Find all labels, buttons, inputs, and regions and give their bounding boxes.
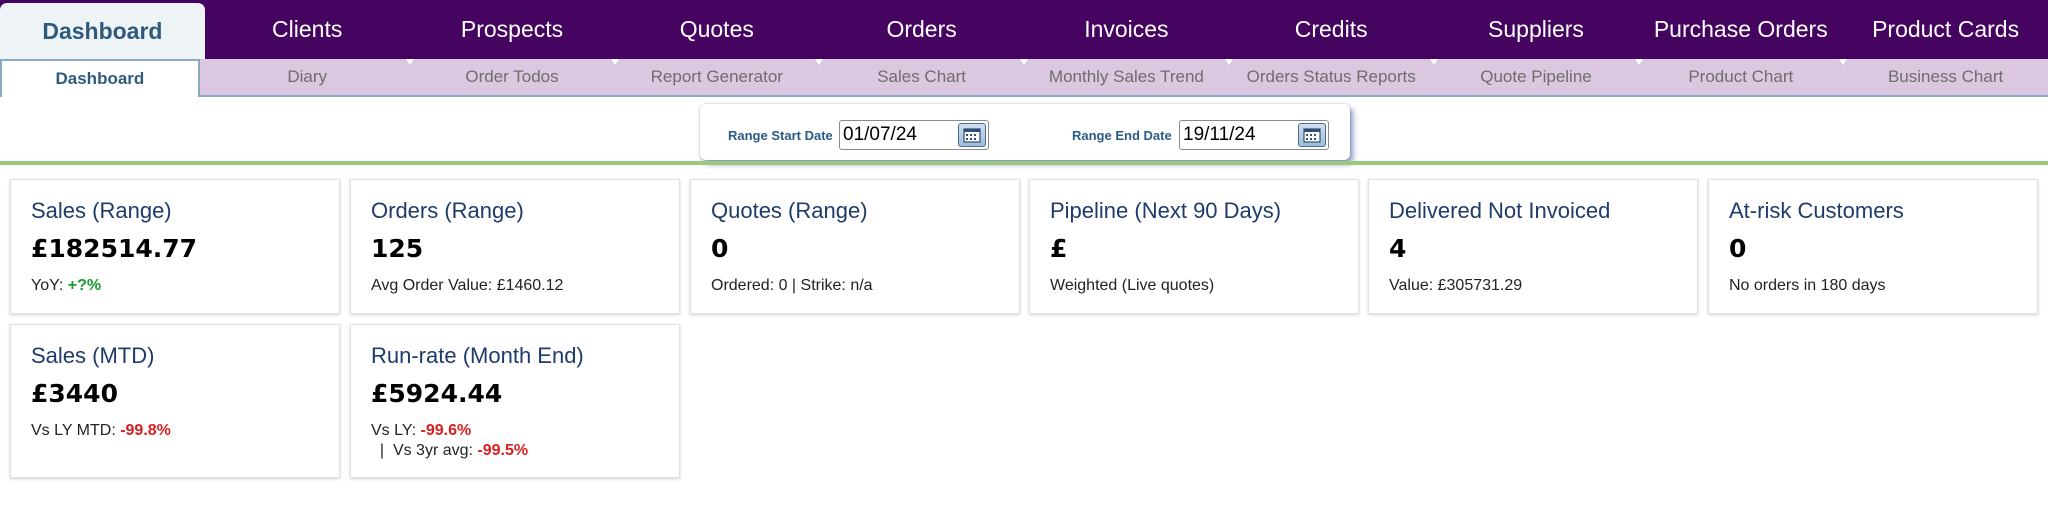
sub-nav: Dashboard Diary Order Todos Report Gener… <box>0 59 2048 97</box>
subtab-sales-chart[interactable]: Sales Chart <box>819 59 1029 95</box>
tab-quotes[interactable]: Quotes <box>614 0 819 59</box>
range-end-input[interactable] <box>1183 124 1293 146</box>
subtab-label: Orders Status Reports <box>1246 67 1416 86</box>
subtab-label: Dashboard <box>55 69 145 88</box>
kpi-ly-change: -99.6% <box>420 422 472 439</box>
kpi-card-sales-range: Sales (Range) £182514.77 YoY: +?% <box>10 179 340 314</box>
subtab-dashboard[interactable]: Dashboard <box>0 59 200 97</box>
kpi-title: At-risk Customers <box>1729 198 1904 223</box>
calendar-icon[interactable] <box>958 123 986 147</box>
kpi-value: £5924.44 <box>371 379 503 408</box>
kpi-subtext: Vs LY: -99.6% | Vs 3yr avg: -99.5% <box>371 421 621 461</box>
subtab-label: Order Todos <box>465 67 559 86</box>
kpi-3yr-change: -99.5% <box>477 442 529 459</box>
subtab-label: Business Chart <box>1887 67 2004 86</box>
tab-product-cards[interactable]: Product Cards <box>1843 0 2048 59</box>
subtab-quote-pipeline[interactable]: Quote Pipeline <box>1434 59 1643 95</box>
subtab-diary[interactable]: Diary <box>205 59 414 95</box>
range-start-field[interactable] <box>839 120 989 150</box>
subtab-label: Monthly Sales Trend <box>1048 67 1204 86</box>
date-range-panel: Range Start Date Range End Date <box>700 104 1350 160</box>
kpi-card-quotes-range: Quotes (Range) 0 Ordered: 0 | Strike: n/… <box>690 179 1020 314</box>
kpi-subtext: Ordered: 0 | Strike: n/a <box>711 277 873 294</box>
subtab-monthly-sales-trend[interactable]: Monthly Sales Trend <box>1024 59 1233 95</box>
tab-orders[interactable]: Orders <box>819 0 1024 59</box>
range-end-field[interactable] <box>1179 120 1329 150</box>
kpi-yoy-change: +?% <box>67 277 102 294</box>
tab-invoices[interactable]: Invoices <box>1024 0 1229 59</box>
kpi-value: 4 <box>1389 234 1407 263</box>
kpi-ly-change: -99.8% <box>120 422 171 439</box>
subtab-orders-status-reports[interactable]: Orders Status Reports <box>1229 59 1438 95</box>
tab-suppliers[interactable]: Suppliers <box>1434 0 1639 59</box>
subtab-order-todos[interactable]: Order Todos <box>410 59 619 95</box>
subtab-label: Report Generator <box>650 67 783 86</box>
subtab-product-chart[interactable]: Product Chart <box>1638 59 1848 95</box>
kpi-title: Quotes (Range) <box>711 198 868 223</box>
range-start-label: Range Start Date <box>728 128 833 143</box>
kpi-card-orders-range: Orders (Range) 125 Avg Order Value: £146… <box>350 179 680 314</box>
subtab-label: Diary <box>287 67 328 86</box>
subtab-report-generator[interactable]: Report Generator <box>614 59 824 95</box>
kpi-card-sales-mtd: Sales (MTD) £3440 Vs LY MTD: -99.8% <box>10 324 340 478</box>
range-start-input[interactable] <box>843 124 953 146</box>
kpi-card-delivered-not-invoiced: Delivered Not Invoiced 4 Value: £305731.… <box>1368 179 1698 314</box>
kpi-sub-label: YoY: <box>31 277 68 294</box>
calendar-icon[interactable] <box>1298 123 1326 147</box>
tab-purchase-orders[interactable]: Purchase Orders <box>1638 0 1843 59</box>
kpi-value: 0 <box>1729 234 1747 263</box>
tab-dashboard[interactable]: Dashboard <box>0 3 205 59</box>
kpi-subtext: YoY: +?% <box>31 276 331 296</box>
kpi-card-run-rate: Run-rate (Month End) £5924.44 Vs LY: -99… <box>350 324 680 478</box>
tab-prospects[interactable]: Prospects <box>410 0 615 59</box>
range-end-label: Range End Date <box>1072 128 1172 143</box>
main-nav: Dashboard Clients Prospects Quotes Order… <box>0 0 2048 59</box>
kpi-value: £ <box>1050 234 1068 263</box>
tab-credits[interactable]: Credits <box>1229 0 1434 59</box>
kpi-value: £182514.77 <box>31 234 198 263</box>
kpi-title: Run-rate (Month End) <box>371 343 584 368</box>
kpi-subtext: Avg Order Value: £1460.12 <box>371 277 564 294</box>
kpi-card-pipeline: Pipeline (Next 90 Days) £ Weighted (Live… <box>1029 179 1359 314</box>
section-divider <box>0 161 2048 165</box>
kpi-title: Pipeline (Next 90 Days) <box>1050 198 1282 223</box>
kpi-subtext: Vs LY MTD: -99.8% <box>31 421 331 441</box>
kpi-subtext: Value: £305731.29 <box>1389 277 1523 294</box>
kpi-title: Orders (Range) <box>371 198 524 223</box>
kpi-card-at-risk-customers: At-risk Customers 0 No orders in 180 day… <box>1708 179 2038 314</box>
kpi-title: Sales (MTD) <box>31 343 155 368</box>
kpi-value: 0 <box>711 234 729 263</box>
kpi-title: Delivered Not Invoiced <box>1389 198 1611 223</box>
tab-clients[interactable]: Clients <box>205 0 410 59</box>
kpi-sub-label: Vs LY: <box>371 422 421 439</box>
kpi-sub-label: | Vs 3yr avg: <box>371 442 478 459</box>
kpi-sub-label: Vs LY MTD: <box>31 422 121 439</box>
kpi-value: 125 <box>371 234 424 263</box>
subtab-label: Product Chart <box>1688 67 1794 86</box>
kpi-title: Sales (Range) <box>31 198 172 223</box>
kpi-value: £3440 <box>31 379 118 408</box>
kpi-subtext: Weighted (Live quotes) <box>1050 277 1215 294</box>
subtab-label: Sales Chart <box>877 67 967 86</box>
kpi-subtext: No orders in 180 days <box>1729 277 1886 294</box>
subtab-label: Quote Pipeline <box>1480 67 1592 86</box>
subtab-business-chart[interactable]: Business Chart <box>1843 59 2048 95</box>
